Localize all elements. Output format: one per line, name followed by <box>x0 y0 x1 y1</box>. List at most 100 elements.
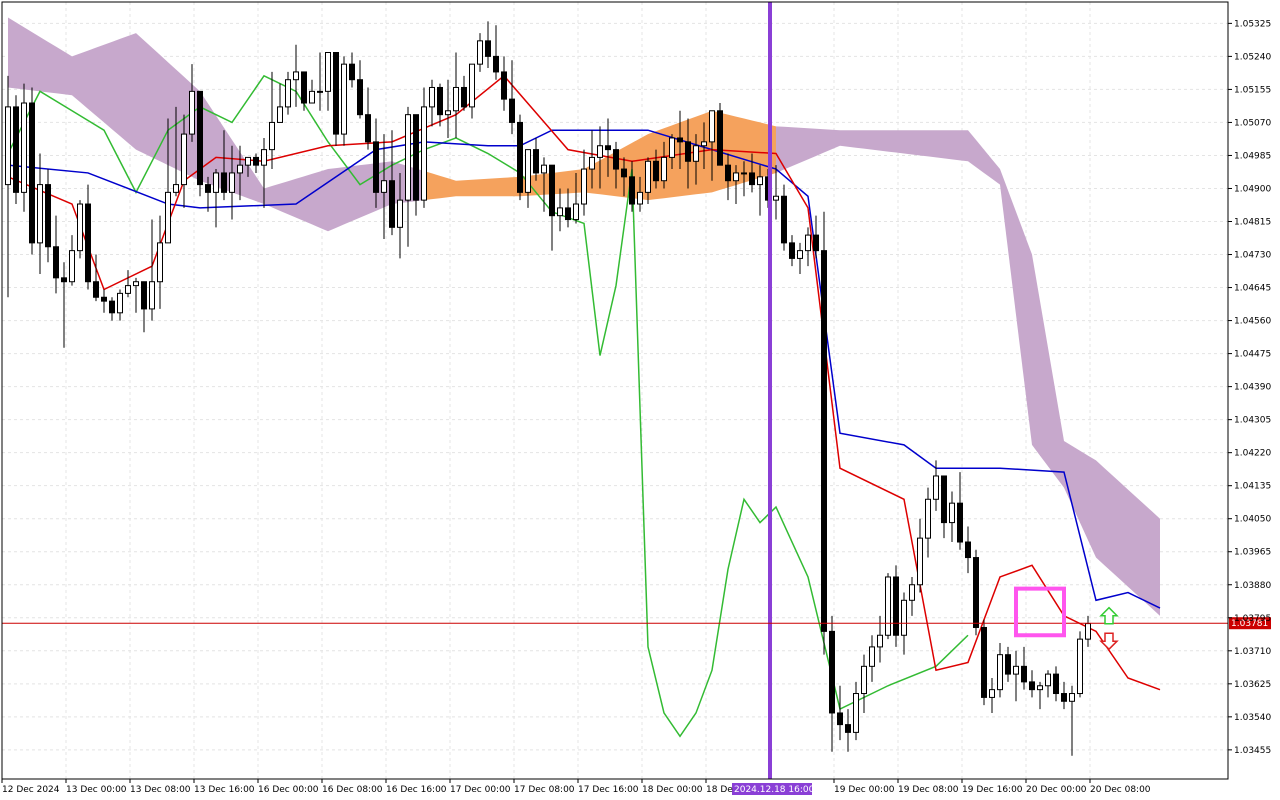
candle-bull <box>525 149 531 193</box>
cloud-segment-bear <box>16 22 24 90</box>
candle-bull <box>429 86 435 108</box>
xtick-label: 17 Dec 00:00 <box>450 785 511 795</box>
cloud-segment-bull <box>432 173 440 200</box>
candle-bear <box>893 576 899 636</box>
cloud-segment-bear <box>896 130 904 154</box>
cloud-segment-bull <box>560 170 568 194</box>
xtick-label: 17 Dec 16:00 <box>578 785 639 795</box>
candle-bear <box>605 145 611 151</box>
cloud-segment-bear <box>832 129 840 150</box>
vertical-marker-label: 2024.12.18 16:00 <box>734 785 815 795</box>
ytick-label: 1.04730 <box>1234 251 1271 261</box>
candle-bear <box>253 156 259 166</box>
ytick-label: 1.03965 <box>1234 548 1271 558</box>
xtick-label: 16 Dec 00:00 <box>258 785 319 795</box>
candle-bull <box>797 250 803 259</box>
candle-bear <box>197 90 203 186</box>
xtick-label: 16 Dec 08:00 <box>322 785 383 795</box>
candle-bear <box>373 141 379 193</box>
candle-bull <box>757 176 763 186</box>
ytick-label: 1.04305 <box>1234 416 1271 426</box>
ytick-label: 1.04050 <box>1234 515 1271 525</box>
candle-bear <box>349 63 355 81</box>
candle-bull <box>901 599 907 636</box>
cloud-segment-bear <box>312 171 320 228</box>
candle-bear <box>1053 673 1059 695</box>
candle-bear <box>789 242 795 259</box>
candle-bull <box>597 145 603 158</box>
cloud-segment-bear <box>280 181 288 215</box>
candle-bull <box>325 52 331 92</box>
cloud-segment-bear <box>48 41 56 94</box>
cloud-segment-bear <box>256 176 264 205</box>
candle-bull <box>133 281 139 287</box>
ytick-label: 1.04475 <box>1234 350 1271 360</box>
cloud-segment-bear <box>104 41 112 130</box>
candle-bull <box>165 191 171 244</box>
candle-bull <box>293 71 299 81</box>
candle-bear <box>53 246 59 279</box>
cloud-segment-bear <box>1080 450 1088 541</box>
cloud-segment-bear <box>984 149 992 179</box>
cloud-segment-bear <box>360 164 368 218</box>
cloud-segment-bear <box>856 130 864 149</box>
candle-bear <box>101 296 107 302</box>
candle-bear <box>533 149 539 174</box>
cloud-segment-bull <box>456 180 464 197</box>
candle-bear <box>1061 693 1067 702</box>
candle-bull <box>637 191 643 205</box>
cloud-segment-bear <box>1040 301 1048 467</box>
candle-bear <box>621 168 627 178</box>
cloud-segment-bear <box>152 47 160 162</box>
candle-bull <box>925 498 931 539</box>
ichimoku-cloud <box>8 17 1160 616</box>
cloud-segment-bear <box>1024 233 1032 445</box>
candle-bull <box>733 172 739 182</box>
ytick-label: 1.04900 <box>1234 184 1271 194</box>
xtick-label: 20 Dec 00:00 <box>1026 785 1087 795</box>
candle-bull <box>741 172 747 175</box>
candle-bull <box>213 172 219 193</box>
ytick-label: 1.04135 <box>1234 482 1271 492</box>
cloud-segment-bear <box>320 169 328 232</box>
cloud-segment-bear <box>800 127 808 163</box>
candle-bull <box>1069 693 1075 702</box>
ytick-label: 1.05325 <box>1234 19 1271 29</box>
cloud-segment-bear <box>88 47 96 116</box>
candle-bull <box>885 576 891 636</box>
price-chart[interactable]: 2024.12.18 16:001.03781 1.053251.052401.… <box>0 0 1280 800</box>
candle-bear <box>725 164 731 182</box>
candle-bear <box>1029 681 1035 691</box>
candle-bull <box>589 156 595 170</box>
candle-bull <box>645 160 651 193</box>
cloud-segment-bull <box>480 178 488 197</box>
candle-bull <box>245 156 251 166</box>
xtick-label: 18 De <box>706 785 733 795</box>
candle-bull <box>469 63 475 108</box>
cloud-segment-bear <box>1032 254 1040 456</box>
candle-bear <box>517 121 523 193</box>
cloud-segment-bear <box>24 27 32 91</box>
candle-bear <box>365 114 371 143</box>
candle-bear <box>389 180 395 228</box>
cloud-segment-bull <box>672 122 680 198</box>
ytick-label: 1.04560 <box>1234 317 1271 327</box>
candle-bear <box>829 630 835 714</box>
candle-bull <box>21 102 27 193</box>
candle-bear <box>813 234 819 252</box>
candle-bull <box>853 693 859 733</box>
candle-bull <box>573 203 579 221</box>
cloud-segment-bull <box>440 175 448 199</box>
cloud-segment-bear <box>288 178 296 218</box>
cloud-segment-bear <box>1064 441 1072 506</box>
candle-bull <box>917 537 923 586</box>
cloud-segment-bear <box>792 127 800 167</box>
cloud-segment-bull <box>600 155 608 196</box>
candle-bull <box>1077 638 1083 695</box>
cloud-segment-bear <box>864 130 872 150</box>
candle-bear <box>677 137 683 143</box>
cloud-segment-bear <box>32 32 40 92</box>
cloud-segment-bull <box>472 179 480 197</box>
cloud-segment-bull <box>760 122 768 178</box>
candle-bull <box>381 180 387 193</box>
